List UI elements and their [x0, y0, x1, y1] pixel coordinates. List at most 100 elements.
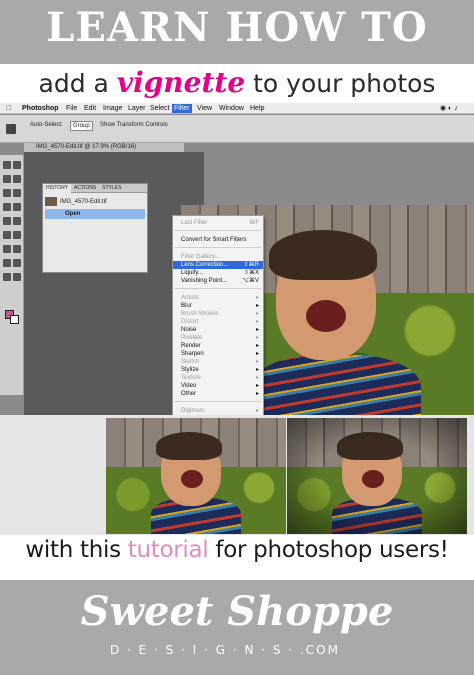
submenu-arrow-icon: ▸	[255, 408, 259, 414]
document-tab[interactable]: IMG_4570-Edit.tif @ 17.9% (RGB/16)	[24, 143, 184, 152]
after-photo-vignette	[287, 418, 467, 534]
shape-tool-icon[interactable]	[3, 259, 11, 267]
boy-hair	[269, 230, 377, 280]
filter-menu-shortcut: ⇧⌘X	[243, 270, 259, 276]
filter-menu-item[interactable]: Vanishing Point... ⌥⌘V	[173, 277, 263, 285]
filter-menu-item[interactable]: Video ▸	[173, 382, 263, 390]
filter-menu-item[interactable]: Sharpen ▸	[173, 350, 263, 358]
tab-actions[interactable]: ACTIONS	[71, 184, 99, 193]
toolbox	[0, 155, 24, 395]
submenu-arrow-icon: ▸	[255, 359, 259, 365]
path-select-icon[interactable]	[13, 245, 21, 253]
menu-select[interactable]: Select	[150, 104, 169, 113]
filter-menu-item-label: Stylize	[181, 367, 199, 373]
menu-edit[interactable]: Edit	[84, 104, 96, 113]
auto-select-label[interactable]: Auto-Select:	[30, 122, 63, 128]
before-photo	[106, 418, 286, 534]
menu-layer[interactable]: Layer	[128, 104, 146, 113]
background-color-swatch[interactable]	[10, 315, 19, 324]
filter-menu-item[interactable]: Render ▸	[173, 342, 263, 350]
pen-tool-icon[interactable]	[13, 231, 21, 239]
options-bar: Auto-Select: Group Show Transform Contro…	[0, 115, 474, 143]
submenu-arrow-icon: ▸	[255, 343, 259, 349]
filter-menu-item[interactable]: Other ▸	[173, 390, 263, 398]
headline: LEARN HOW TO	[46, 4, 428, 51]
submenu-arrow-icon: ▸	[255, 391, 259, 397]
history-snapshot[interactable]: IMG_4570-Edit.tif	[45, 196, 145, 208]
filter-menu-item: Filter Gallery...	[173, 253, 263, 261]
menu-help[interactable]: Help	[250, 104, 264, 113]
snapshot-thumbnail	[45, 196, 57, 206]
menu-bar:  Photoshop File Edit Image Layer Select…	[0, 103, 474, 114]
eyedropper-tool-icon[interactable]	[13, 175, 21, 183]
filter-menu-item-label: Filter Gallery...	[181, 254, 220, 260]
filter-menu-item[interactable]: Convert for Smart Filters	[173, 236, 263, 244]
filter-menu-item-label: Pixelate	[181, 335, 203, 341]
filter-menu-item[interactable]: Noise ▸	[173, 326, 263, 334]
filter-menu-item-label: Lens Correction...	[181, 262, 229, 268]
filter-menu-item-label: Artistic	[181, 295, 199, 301]
type-tool-icon[interactable]	[3, 245, 11, 253]
heal-tool-icon[interactable]	[3, 189, 11, 197]
marquee-tool-icon[interactable]	[3, 161, 11, 169]
submenu-arrow-icon: ▸	[255, 351, 259, 357]
filter-menu-item: Digimarc ▸	[173, 407, 263, 415]
menu-photoshop[interactable]: Photoshop	[22, 104, 59, 113]
subtitle-highlight: vignette	[116, 66, 246, 99]
menu-image[interactable]: Image	[103, 104, 122, 113]
group-select[interactable]: Group	[70, 121, 93, 131]
menu-view[interactable]: View	[197, 104, 212, 113]
hand-tool-icon[interactable]	[3, 273, 11, 281]
tab-styles[interactable]: STYLES	[99, 184, 124, 193]
crop-tool-icon[interactable]	[3, 175, 11, 183]
filter-menu-item: Brush Strokes ▸	[173, 310, 263, 318]
filter-menu-item-label: Sharpen	[181, 351, 204, 357]
filter-menu-item-label: Video	[181, 383, 197, 389]
subtitle: add a vignette to your photos	[0, 66, 474, 106]
submenu-arrow-icon: ▸	[255, 303, 259, 309]
lasso-tool-icon[interactable]	[13, 161, 21, 169]
filter-menu-item[interactable]: Liquify... ⇧⌘X	[173, 269, 263, 277]
tab-history[interactable]: HISTORY	[43, 184, 72, 193]
3d-tool-icon[interactable]	[13, 259, 21, 267]
transform-controls-checkbox[interactable]: Show Transform Controls	[100, 122, 168, 128]
filter-menu-item-label: Texture	[181, 375, 201, 381]
filter-menu-item-label: Render	[181, 343, 201, 349]
filter-menu-item-label: Blur	[181, 303, 192, 309]
history-panel-tabs: HISTORY ACTIONS STYLES	[43, 184, 147, 193]
move-tool-icon[interactable]	[6, 124, 16, 134]
menu-filter[interactable]: Filter	[172, 104, 192, 113]
history-step-open[interactable]: Open	[45, 209, 145, 219]
filter-menu-item[interactable]: Lens Correction... ⇧⌘R	[173, 261, 263, 269]
submenu-arrow-icon: ▸	[255, 375, 259, 381]
filter-menu-item-label: Sketch	[181, 359, 200, 365]
tagline-before: with this	[25, 537, 128, 563]
filter-menu-item[interactable]: Stylize ▸	[173, 366, 263, 374]
menu-separator	[175, 230, 261, 231]
menu-window[interactable]: Window	[219, 104, 244, 113]
dodge-tool-icon[interactable]	[3, 231, 11, 239]
submenu-arrow-icon: ▸	[255, 295, 259, 301]
zoom-tool-icon[interactable]	[13, 273, 21, 281]
menu-separator	[175, 247, 261, 248]
filter-menu-item-label: Noise	[181, 327, 197, 333]
brush-tool-icon[interactable]	[13, 189, 21, 197]
stamp-tool-icon[interactable]	[3, 203, 11, 211]
apple-icon[interactable]: 	[6, 104, 11, 113]
filter-menu-item: Distort ▸	[173, 318, 263, 326]
submenu-arrow-icon: ▸	[255, 367, 259, 373]
eraser-tool-icon[interactable]	[3, 217, 11, 225]
filter-menu-item-label: Other	[181, 391, 197, 397]
tagline: with this tutorial for photoshop users!	[0, 537, 474, 573]
snapshot-label: IMG_4570-Edit.tif	[60, 199, 107, 205]
menu-file[interactable]: File	[66, 104, 77, 113]
submenu-arrow-icon: ▸	[255, 335, 259, 341]
menu-separator	[175, 288, 261, 289]
gradient-tool-icon[interactable]	[13, 217, 21, 225]
photoshop-window:  Photoshop File Edit Image Layer Select…	[0, 103, 474, 415]
history-brush-icon[interactable]	[13, 203, 21, 211]
subtitle-text-before: add a	[38, 69, 117, 98]
filter-menu-item: Texture ▸	[173, 374, 263, 382]
filter-menu-item[interactable]: Blur ▸	[173, 302, 263, 310]
filter-menu-item: Artistic ▸	[173, 294, 263, 302]
